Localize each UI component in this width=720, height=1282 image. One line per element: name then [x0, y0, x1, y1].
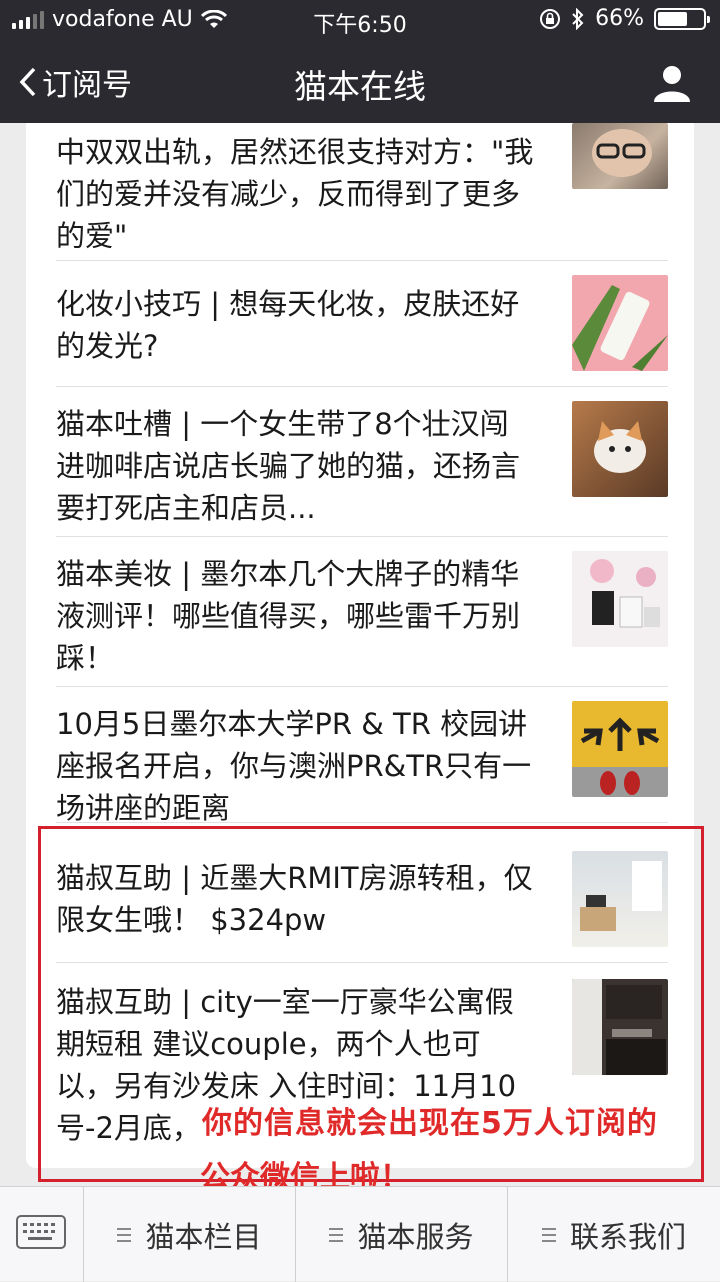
- page-title: 猫本在线: [294, 67, 426, 106]
- tab-menu-contact[interactable]: 联系我们: [508, 1187, 720, 1282]
- keyboard-toggle-button[interactable]: [0, 1187, 84, 1282]
- article-title: 猫本美妆 | 墨尔本几个大牌子的精华液测评！哪些值得买，哪些雷千万别踩！: [56, 557, 521, 675]
- article-title: 猫本吐槽 | 一个女生带了8个壮汉闯进咖啡店说店长骗了她的猫，还扬言要打死店主和…: [56, 407, 521, 525]
- article-item[interactable]: 10月5日墨尔本大学PR & TR 校园讲座报名开启，你与澳洲PR&TR只有一场…: [56, 687, 668, 825]
- serum-products-thumbnail: [572, 551, 668, 647]
- status-right: 66%: [539, 6, 710, 31]
- bottom-menu: 猫本栏目 猫本服务 联系我们: [0, 1186, 720, 1282]
- top-bar: vodafone AU 下午6:50 66% 订阅号 猫本在线: [0, 0, 720, 123]
- tab-menu-columns[interactable]: 猫本栏目: [84, 1187, 296, 1282]
- article-title: 化妆小技巧 | 想每天化妆，皮肤还好的发光?: [56, 287, 520, 363]
- article-item[interactable]: 化妆小技巧 | 想每天化妆，皮肤还好的发光?: [56, 261, 668, 387]
- battery-icon: [654, 7, 710, 30]
- promo-text-line1: 你的信息就会出现在5万人订阅的: [202, 1106, 658, 1141]
- keyboard-icon: [16, 1215, 66, 1249]
- article-item[interactable]: 中双双出轨，居然还很支持对方："我们的爱并没有减少，反而得到了更多的爱": [56, 123, 668, 261]
- nav-bar: 订阅号 猫本在线: [0, 40, 720, 123]
- menu-icon: [117, 1227, 132, 1242]
- cat-thumbnail: [572, 401, 668, 497]
- man-with-glasses-thumbnail: [572, 123, 668, 189]
- status-bar: vodafone AU 下午6:50 66%: [0, 0, 720, 40]
- article-item[interactable]: 猫本美妆 | 墨尔本几个大牌子的精华液测评！哪些值得买，哪些雷千万别踩！: [56, 537, 668, 687]
- bluetooth-icon: [572, 7, 584, 30]
- battery-percent: 66%: [595, 6, 644, 31]
- article-item[interactable]: 猫本吐槽 | 一个女生带了8个壮汉闯进咖啡店说店长骗了她的猫，还扬言要打死店主和…: [56, 387, 668, 537]
- arrows-road-thumbnail: [572, 701, 668, 797]
- tab-label: 联系我们: [569, 1219, 686, 1254]
- tab-menu-services[interactable]: 猫本服务: [296, 1187, 508, 1282]
- skincare-bottle-thumbnail: [572, 275, 668, 371]
- article-title: 中双双出轨，居然还很支持对方："我们的爱并没有减少，反而得到了更多的爱": [56, 135, 534, 253]
- menu-icon: [541, 1227, 556, 1242]
- tab-label: 猫本服务: [357, 1219, 474, 1254]
- tab-label: 猫本栏目: [145, 1219, 262, 1254]
- profile-icon[interactable]: [652, 64, 692, 102]
- article-title: 10月5日墨尔本大学PR & TR 校园讲座报名开启，你与澳洲PR&TR只有一场…: [56, 707, 532, 825]
- rotation-lock-icon: [540, 8, 561, 29]
- menu-icon: [329, 1227, 344, 1242]
